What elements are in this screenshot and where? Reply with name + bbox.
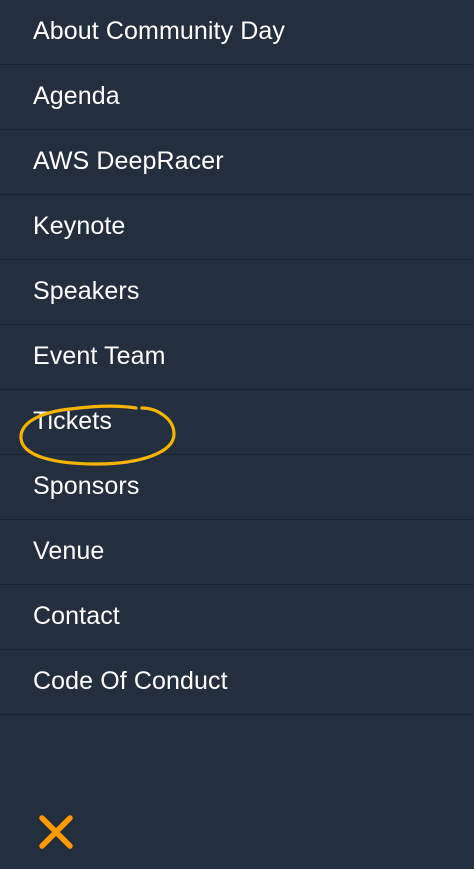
menu-item-keynote[interactable]: Keynote: [0, 195, 474, 260]
menu-item-sponsors[interactable]: Sponsors: [0, 455, 474, 520]
menu-item-label: Agenda: [33, 81, 120, 110]
menu-item-label: Contact: [33, 601, 120, 630]
menu-item-label: AWS DeepRacer: [33, 146, 224, 175]
menu-item-label: Code Of Conduct: [33, 666, 228, 695]
menu-item-deepracer[interactable]: AWS DeepRacer: [0, 130, 474, 195]
menu-item-label: Speakers: [33, 276, 140, 305]
menu-item-venue[interactable]: Venue: [0, 520, 474, 585]
menu-item-label: Sponsors: [33, 471, 140, 500]
menu-item-about[interactable]: About Community Day: [0, 0, 474, 65]
menu-item-tickets[interactable]: Tickets: [0, 390, 474, 455]
nav-menu: About Community Day Agenda AWS DeepRacer…: [0, 0, 474, 715]
close-button[interactable]: [36, 812, 76, 852]
nav-menu-screen: About Community Day Agenda AWS DeepRacer…: [0, 0, 474, 869]
menu-item-label: Keynote: [33, 211, 126, 240]
menu-item-label: Event Team: [33, 341, 166, 370]
menu-item-label: Venue: [33, 536, 105, 565]
menu-item-label: About Community Day: [33, 16, 285, 45]
menu-item-agenda[interactable]: Agenda: [0, 65, 474, 130]
menu-item-label: Tickets: [33, 406, 112, 435]
menu-item-contact[interactable]: Contact: [0, 585, 474, 650]
close-icon: [39, 815, 73, 849]
menu-item-event-team[interactable]: Event Team: [0, 325, 474, 390]
menu-item-speakers[interactable]: Speakers: [0, 260, 474, 325]
menu-item-code-of-conduct[interactable]: Code Of Conduct: [0, 650, 474, 715]
